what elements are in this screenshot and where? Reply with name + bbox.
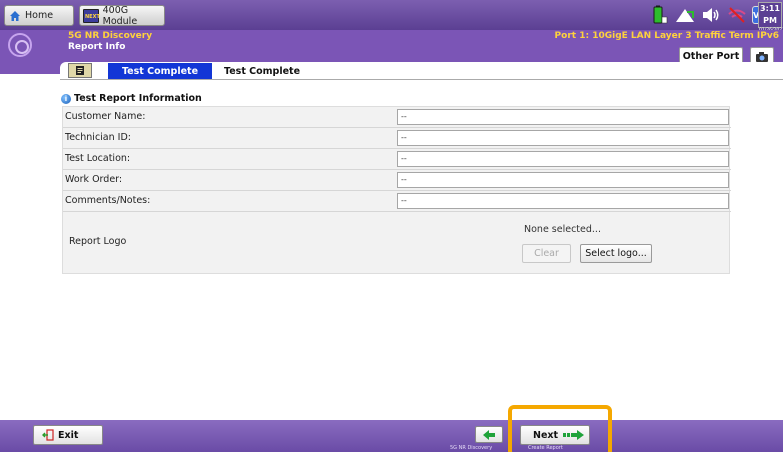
field-row-customer-name: Customer Name: -- (63, 107, 731, 128)
app-window: Home NEXT 400G Module V8 3:11 PM (0, 0, 783, 452)
arrow-left-icon (483, 429, 495, 440)
page-title: Report Info (68, 42, 126, 52)
next-highlight-box (508, 405, 612, 452)
bottom-bar: Exit 5G NR Discovery Next Create Report (0, 420, 783, 452)
field-row-test-location: Test Location: -- (63, 149, 731, 170)
wifi-off-icon[interactable] (726, 4, 748, 26)
clock: 3:11 PM 01/26/2023 (758, 2, 783, 33)
app-logo-icon (8, 33, 32, 57)
customer-name-label: Customer Name: (65, 111, 146, 122)
report-info-form: Customer Name: -- Technician ID: -- Test… (62, 106, 731, 274)
section-title: i Test Report Information (61, 93, 202, 104)
tab-menu-button[interactable] (68, 63, 92, 78)
port-info: Port 1: 10GigE LAN Layer 3 Traffic Term … (554, 31, 779, 41)
section-title-text: Test Report Information (74, 93, 202, 104)
technician-id-label: Technician ID: (65, 132, 131, 143)
comments-notes-label: Comments/Notes: (65, 195, 151, 206)
field-row-technician-id: Technician ID: -- (63, 128, 731, 149)
field-row-comments-notes: Comments/Notes: -- (63, 191, 731, 212)
home-icon (10, 10, 20, 21)
battery-icon[interactable] (648, 4, 670, 26)
module-label: 400G Module (102, 4, 138, 27)
status-icons: V8 (648, 3, 766, 27)
volume-icon[interactable] (700, 4, 722, 26)
exit-button[interactable]: Exit (33, 425, 103, 445)
back-caption: 5G NR Discovery (450, 445, 493, 451)
exit-label: Exit (58, 429, 79, 441)
report-logo-label: Report Logo (69, 236, 127, 247)
field-row-work-order: Work Order: -- (63, 170, 731, 191)
select-logo-button[interactable]: Select logo... (580, 244, 652, 263)
network-icon[interactable] (674, 4, 696, 26)
document-icon (76, 66, 84, 75)
module-icon-text: NEXT (85, 13, 100, 20)
tab-test-complete-active[interactable]: Test Complete (108, 63, 212, 79)
module-button[interactable]: NEXT 400G Module (79, 4, 165, 27)
home-label: Home (25, 10, 54, 21)
module-icon: NEXT (83, 8, 100, 23)
back-button[interactable] (475, 426, 503, 443)
clock-time: 3:11 PM (760, 4, 780, 25)
customer-name-field[interactable]: -- (397, 109, 729, 125)
comments-notes-field[interactable]: -- (397, 193, 729, 209)
tab-row: Test Complete Test Complete (60, 62, 783, 80)
info-icon: i (61, 93, 71, 104)
test-location-label: Test Location: (65, 153, 131, 164)
test-name: 5G NR Discovery (68, 31, 153, 41)
logo-status: None selected... (524, 224, 601, 235)
work-order-field[interactable]: -- (397, 172, 729, 188)
test-location-field[interactable]: -- (397, 151, 729, 167)
technician-id-field[interactable]: -- (397, 130, 729, 146)
work-order-label: Work Order: (65, 174, 123, 185)
camera-icon (756, 51, 768, 62)
clear-logo-button[interactable]: Clear (522, 244, 571, 263)
tab-divider (60, 79, 783, 80)
top-bar: Home NEXT 400G Module V8 3:11 PM (0, 0, 783, 33)
home-button[interactable]: Home (4, 5, 74, 26)
tab-test-complete[interactable]: Test Complete (224, 63, 300, 79)
exit-icon (42, 429, 54, 441)
